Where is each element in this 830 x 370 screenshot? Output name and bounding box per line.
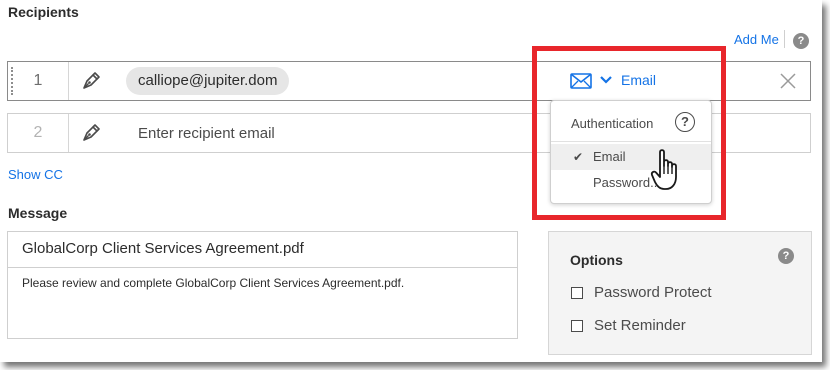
message-body-field[interactable]: Please review and complete GlobalCorp Cl…	[22, 276, 404, 290]
auth-method-label: Email	[621, 72, 657, 88]
recipient-email-input[interactable]	[138, 122, 518, 144]
message-title: Message	[8, 205, 68, 221]
password-protect-checkbox[interactable]	[571, 287, 583, 299]
option-label: Password Protect	[594, 284, 712, 301]
send-panel: Recipients Add Me ? 1 calliope@jupiter.d…	[0, 0, 822, 362]
menu-item-password[interactable]: Password...	[551, 170, 711, 196]
options-panel: Options ? Password Protect Set Reminder	[548, 231, 812, 355]
check-icon: ✔	[573, 150, 584, 164]
hand-pointer-icon	[650, 149, 677, 190]
auth-dropdown-menu: Authentication ? ✔ Email Password...	[550, 100, 712, 204]
mail-icon	[570, 73, 592, 89]
auth-dropdown-header: Authentication	[571, 116, 654, 131]
help-icon[interactable]: ?	[675, 112, 695, 132]
message-subject-field[interactable]: GlobalCorp Client Services Agreement.pdf	[8, 232, 517, 268]
help-icon[interactable]: ?	[793, 33, 809, 49]
add-me-link[interactable]: Add Me	[734, 32, 779, 47]
set-reminder-checkbox[interactable]	[571, 320, 583, 332]
divider	[784, 30, 785, 48]
pen-icon[interactable]	[80, 70, 102, 92]
help-icon[interactable]: ?	[778, 248, 794, 264]
close-icon[interactable]	[780, 73, 796, 89]
recipient-number: 1	[8, 62, 69, 100]
pen-icon[interactable]	[80, 122, 102, 144]
recipient-email-chip[interactable]: calliope@jupiter.dom	[126, 67, 290, 95]
menu-item-email[interactable]: ✔ Email	[551, 144, 711, 170]
recipients-title: Recipients	[8, 4, 79, 20]
menu-item-label: Email	[593, 149, 626, 164]
divider	[551, 141, 711, 142]
option-label: Set Reminder	[594, 317, 686, 334]
message-box: GlobalCorp Client Services Agreement.pdf…	[7, 231, 518, 339]
recipient-number: 2	[8, 114, 69, 152]
recipient-row-1[interactable]: 1 calliope@jupiter.dom Email	[7, 61, 811, 101]
chevron-down-icon	[600, 76, 612, 84]
options-title: Options	[570, 252, 623, 268]
show-cc-link[interactable]: Show CC	[8, 167, 63, 182]
